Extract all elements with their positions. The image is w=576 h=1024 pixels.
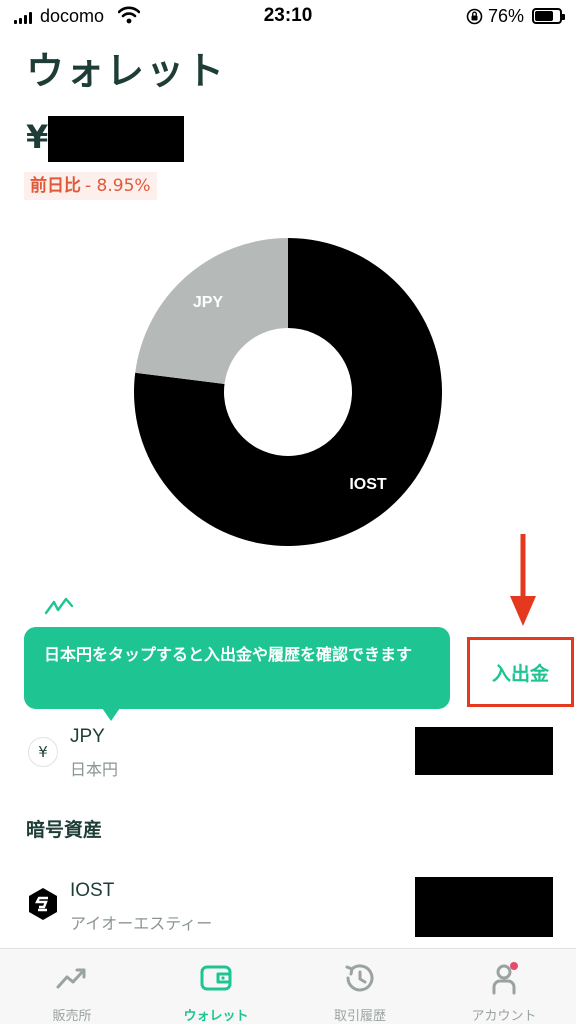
battery-percent: 76%: [488, 6, 525, 26]
tab-label: 取引履歴: [333, 1009, 386, 1024]
account-icon: [492, 962, 518, 995]
tab-account[interactable]: アカウント: [432, 949, 576, 1024]
list-item-iost[interactable]: IOST アイオーエスティー: [0, 874, 576, 940]
section-heading-crypto: 暗号資産: [26, 819, 103, 841]
annotation-arrow-icon: [510, 534, 536, 626]
chart-up-icon: [56, 968, 86, 989]
change-label: 前日比: [30, 176, 81, 196]
tab-bar: 販売所 ウォレット 取引履歴 アカウント: [0, 948, 576, 1024]
page-title: ウォレット: [26, 49, 227, 93]
pie-label-iost: IOST: [349, 476, 387, 493]
trend-line-icon: [44, 597, 74, 615]
portfolio-donut-chart: IOST JPY: [134, 238, 442, 546]
daily-change-badge: 前日比 - 8.95%: [24, 172, 157, 200]
wallet-tooltip[interactable]: 日本円をタップすると入出金や履歴を確認できます: [24, 627, 450, 721]
asset-amount-redacted: [415, 727, 553, 775]
asset-name: 日本円: [70, 760, 119, 779]
yen-icon: ¥: [28, 737, 58, 767]
tab-label: 販売所: [52, 1009, 92, 1024]
balance-currency-symbol: ¥: [26, 118, 49, 156]
history-icon: [345, 964, 374, 992]
pie-label-jpy: JPY: [193, 294, 224, 311]
asset-symbol: JPY: [70, 726, 105, 747]
tab-label: アカウント: [471, 1009, 537, 1024]
tab-history[interactable]: 取引履歴: [288, 949, 432, 1024]
change-value: - 8.95%: [85, 176, 151, 196]
tab-label: ウォレット: [183, 1009, 249, 1024]
battery-icon: [532, 8, 565, 24]
asset-symbol: IOST: [70, 880, 115, 901]
tab-wallet[interactable]: ウォレット: [144, 949, 288, 1024]
wallet-icon: [200, 965, 232, 991]
asset-name: アイオーエスティー: [70, 914, 213, 933]
rotation-lock-icon: [466, 8, 483, 25]
deposit-withdraw-button[interactable]: 入出金: [467, 637, 574, 707]
balance-redacted: [48, 116, 184, 162]
status-bar: docomo 23:10 76%: [0, 0, 576, 34]
list-item-jpy[interactable]: ¥ JPY 日本円: [0, 722, 576, 782]
iost-icon: [29, 888, 57, 920]
tab-shop[interactable]: 販売所: [0, 949, 144, 1024]
asset-amount-redacted: [415, 877, 553, 937]
